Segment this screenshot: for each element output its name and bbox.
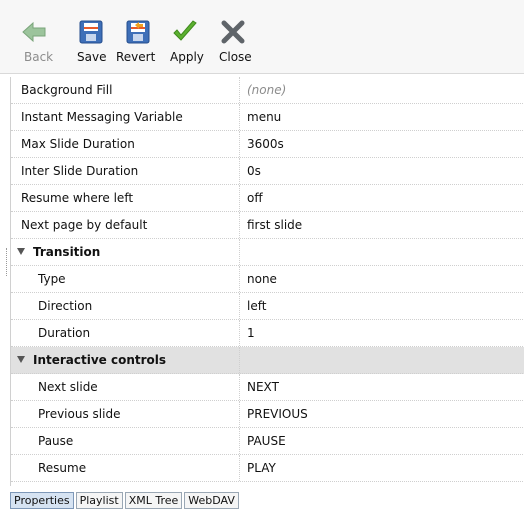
property-key: Resume	[11, 455, 240, 481]
property-value[interactable]: 0s	[247, 158, 261, 184]
back-button[interactable]: Back	[18, 6, 58, 70]
group-label: Transition	[11, 239, 240, 265]
close-button[interactable]: Close	[215, 6, 255, 70]
property-key: Pause	[11, 428, 240, 454]
property-row-background-fill[interactable]: Background Fill (none)	[11, 77, 524, 104]
property-row-transition-duration[interactable]: Duration 1	[11, 320, 524, 347]
property-row-pause[interactable]: Pause PAUSE	[11, 428, 524, 455]
property-key: Max Slide Duration	[11, 131, 240, 157]
property-row-resume-where-left[interactable]: Resume where left off	[11, 185, 524, 212]
save-button[interactable]: Save	[71, 6, 111, 70]
property-key: Inter Slide Duration	[11, 158, 240, 184]
property-value[interactable]: none	[247, 266, 277, 292]
bottom-tab-bar: Properties Playlist XML Tree WebDAV	[10, 492, 241, 509]
property-row-transition-direction[interactable]: Direction left	[11, 293, 524, 320]
property-row-inter-slide-duration[interactable]: Inter Slide Duration 0s	[11, 158, 524, 185]
save-label: Save	[77, 50, 107, 64]
property-key: Previous slide	[11, 401, 240, 427]
property-value[interactable]: off	[247, 185, 263, 211]
property-row-im-variable[interactable]: Instant Messaging Variable menu	[11, 104, 524, 131]
property-row-transition-type[interactable]: Type none	[11, 266, 524, 293]
revert-button[interactable]: Revert	[116, 6, 162, 70]
property-grid: Background Fill (none) Instant Messaging…	[10, 77, 524, 486]
toolbar: Back Save Revert Apply Close	[0, 0, 524, 74]
property-value[interactable]: menu	[247, 104, 281, 130]
property-value[interactable]: PREVIOUS	[247, 401, 308, 427]
back-arrow-icon	[22, 21, 46, 43]
group-label: Interactive controls	[11, 347, 240, 373]
property-value[interactable]: first slide	[247, 212, 302, 238]
tab-xml-tree[interactable]: XML Tree	[124, 492, 183, 509]
save-icon	[79, 20, 103, 44]
property-value[interactable]: PAUSE	[247, 428, 286, 454]
property-row-resume[interactable]: Resume PLAY	[11, 455, 524, 482]
property-row-max-slide-duration[interactable]: Max Slide Duration 3600s	[11, 131, 524, 158]
property-key: Type	[11, 266, 240, 292]
checkmark-icon	[173, 20, 197, 41]
close-label: Close	[219, 50, 252, 64]
apply-label: Apply	[170, 50, 204, 64]
property-key: Instant Messaging Variable	[11, 104, 240, 130]
revert-label: Revert	[116, 50, 156, 64]
tab-properties[interactable]: Properties	[10, 492, 74, 509]
property-row-previous-slide[interactable]: Previous slide PREVIOUS	[11, 401, 524, 428]
property-key: Resume where left	[11, 185, 240, 211]
apply-button[interactable]: Apply	[167, 6, 207, 70]
group-row-transition[interactable]: Transition	[11, 239, 524, 266]
property-row-next-slide[interactable]: Next slide NEXT	[11, 374, 524, 401]
property-value[interactable]: NEXT	[247, 374, 279, 400]
tab-playlist[interactable]: Playlist	[75, 492, 123, 509]
property-value[interactable]: (none)	[247, 77, 286, 103]
property-row-next-page-default[interactable]: Next page by default first slide	[11, 212, 524, 239]
property-key: Next page by default	[11, 212, 240, 238]
property-key: Background Fill	[11, 77, 240, 103]
back-label: Back	[24, 50, 54, 64]
property-key: Direction	[11, 293, 240, 319]
property-value[interactable]: PLAY	[247, 455, 276, 481]
property-value[interactable]: left	[247, 293, 266, 319]
revert-icon	[126, 20, 150, 44]
splitter-handle[interactable]	[6, 248, 9, 276]
property-key: Next slide	[11, 374, 240, 400]
property-value[interactable]: 1	[247, 320, 255, 346]
property-key: Duration	[11, 320, 240, 346]
close-x-icon	[221, 20, 245, 44]
property-value[interactable]: 3600s	[247, 131, 284, 157]
tab-webdav[interactable]: WebDAV	[184, 492, 239, 509]
group-row-interactive-controls[interactable]: Interactive controls	[11, 347, 524, 374]
